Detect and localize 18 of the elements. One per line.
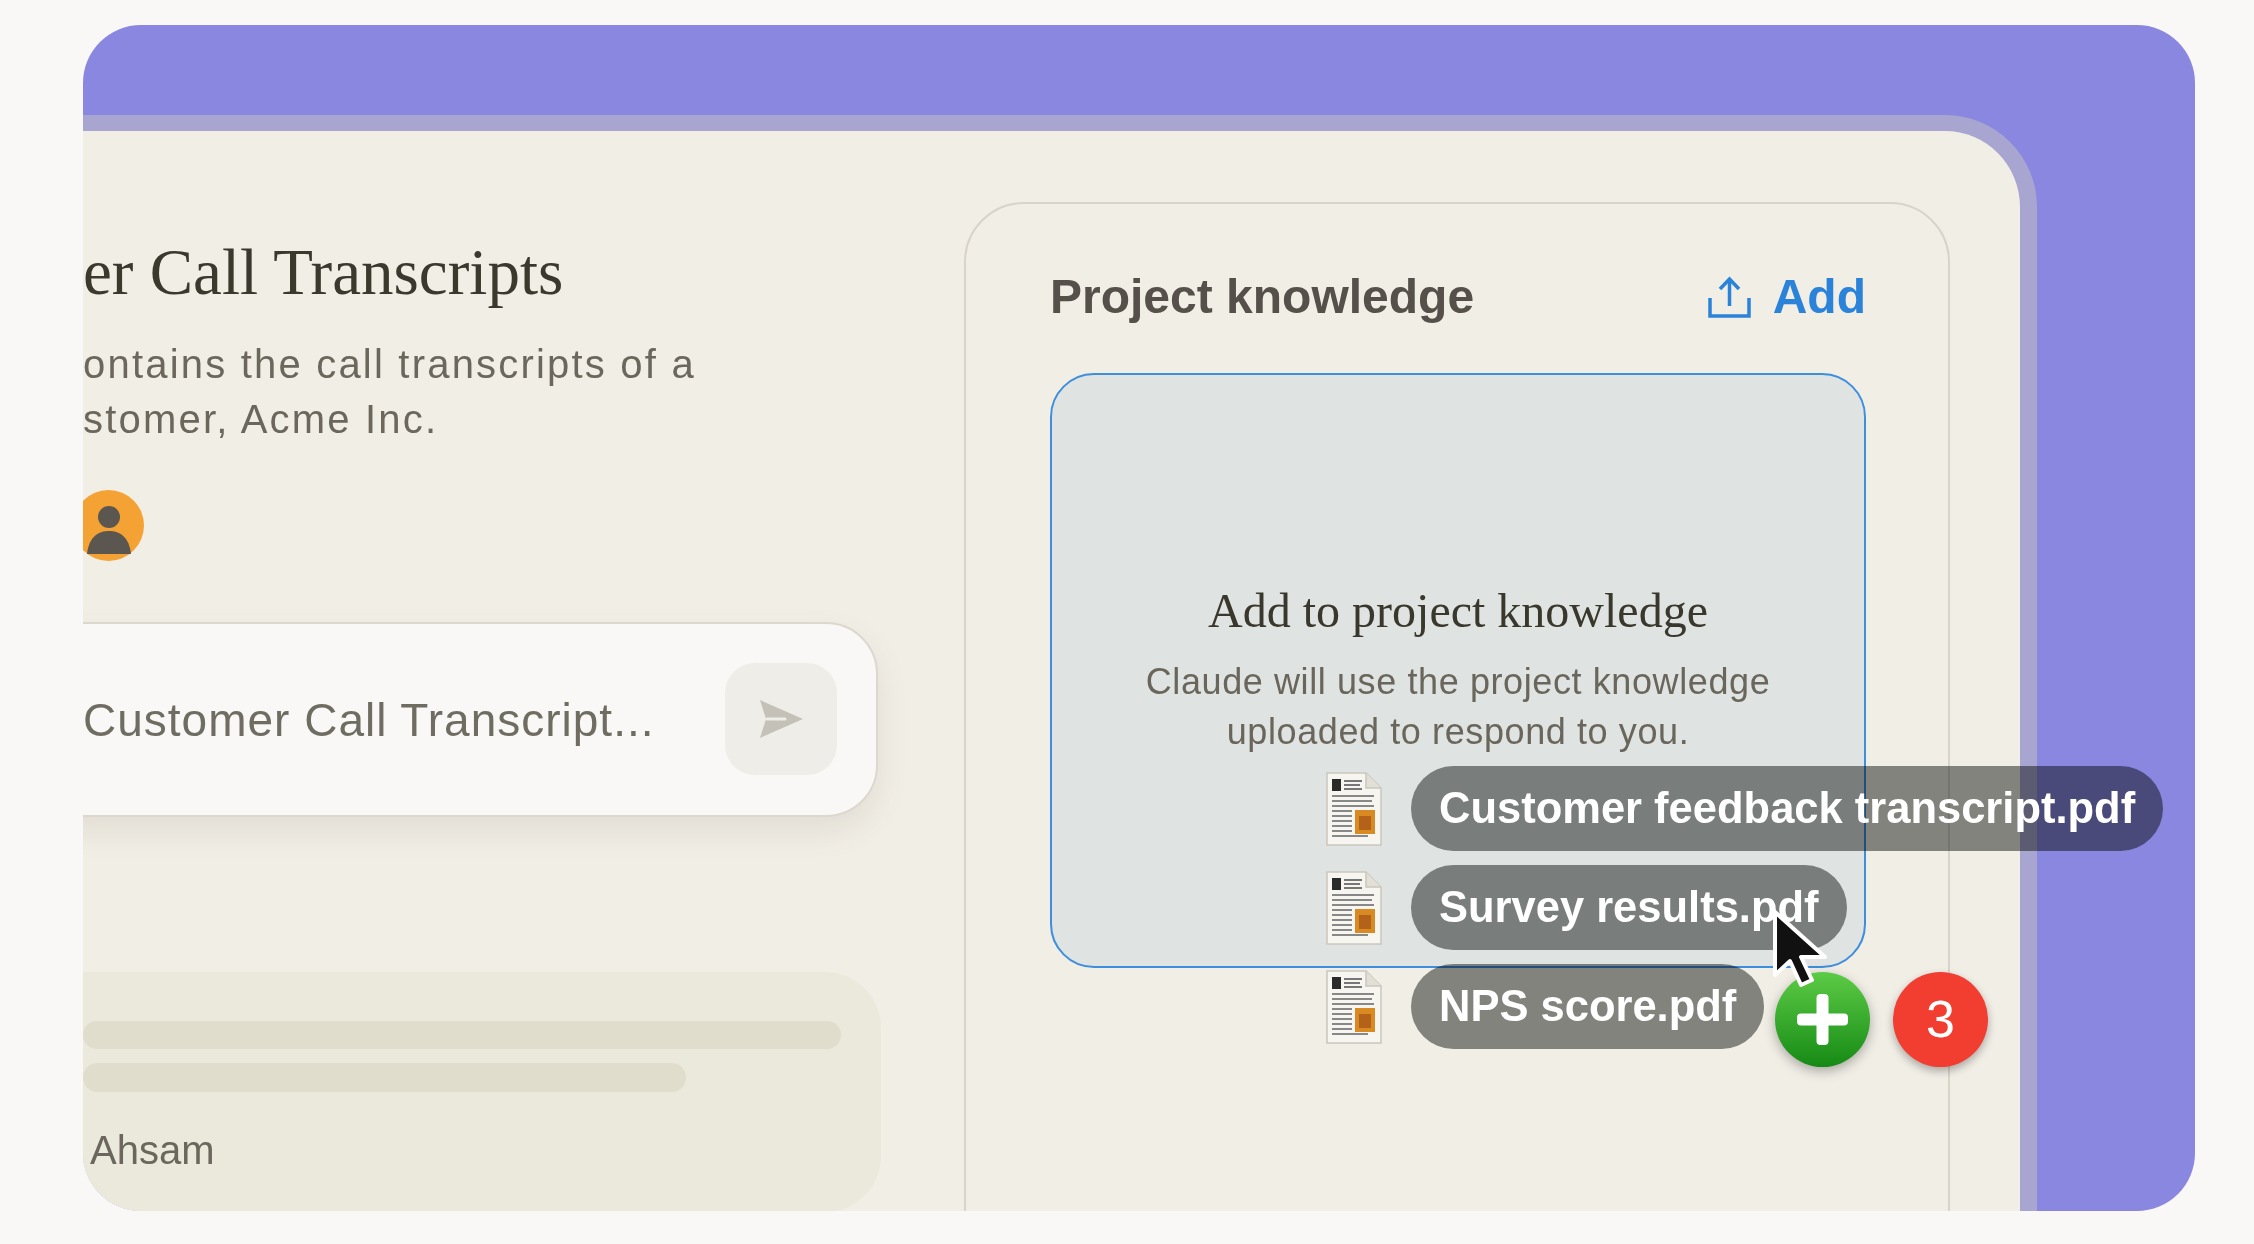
project-description: ontains the call transcripts of a stomer, Acme Inc. bbox=[83, 341, 696, 443]
file-name-tag: Survey results.pdf bbox=[1411, 865, 1847, 950]
person-avatar-icon bbox=[83, 490, 144, 561]
drop-zone-heading: Add to project knowledge bbox=[1208, 583, 1708, 639]
chat-input-field[interactable]: Customer Call Transcript... bbox=[83, 622, 878, 817]
send-button[interactable] bbox=[725, 663, 837, 775]
document-icon bbox=[1326, 969, 1382, 1044]
drop-zone-text: Claude will use the project knowledge uploaded to respond to you. bbox=[1144, 660, 1772, 754]
panel-title: Project knowledge bbox=[1050, 269, 1475, 325]
send-icon bbox=[757, 698, 805, 740]
document-icon bbox=[1326, 771, 1382, 846]
upload-icon bbox=[1707, 276, 1751, 318]
add-button[interactable]: Add bbox=[1707, 268, 1866, 326]
author-name: Ahsam bbox=[89, 1127, 215, 1174]
plus-icon bbox=[1775, 972, 1870, 1067]
conversation-card[interactable]: Ahsam bbox=[83, 972, 881, 1211]
document-icon bbox=[1326, 870, 1382, 945]
project-title: er Call Transcripts bbox=[83, 235, 564, 309]
